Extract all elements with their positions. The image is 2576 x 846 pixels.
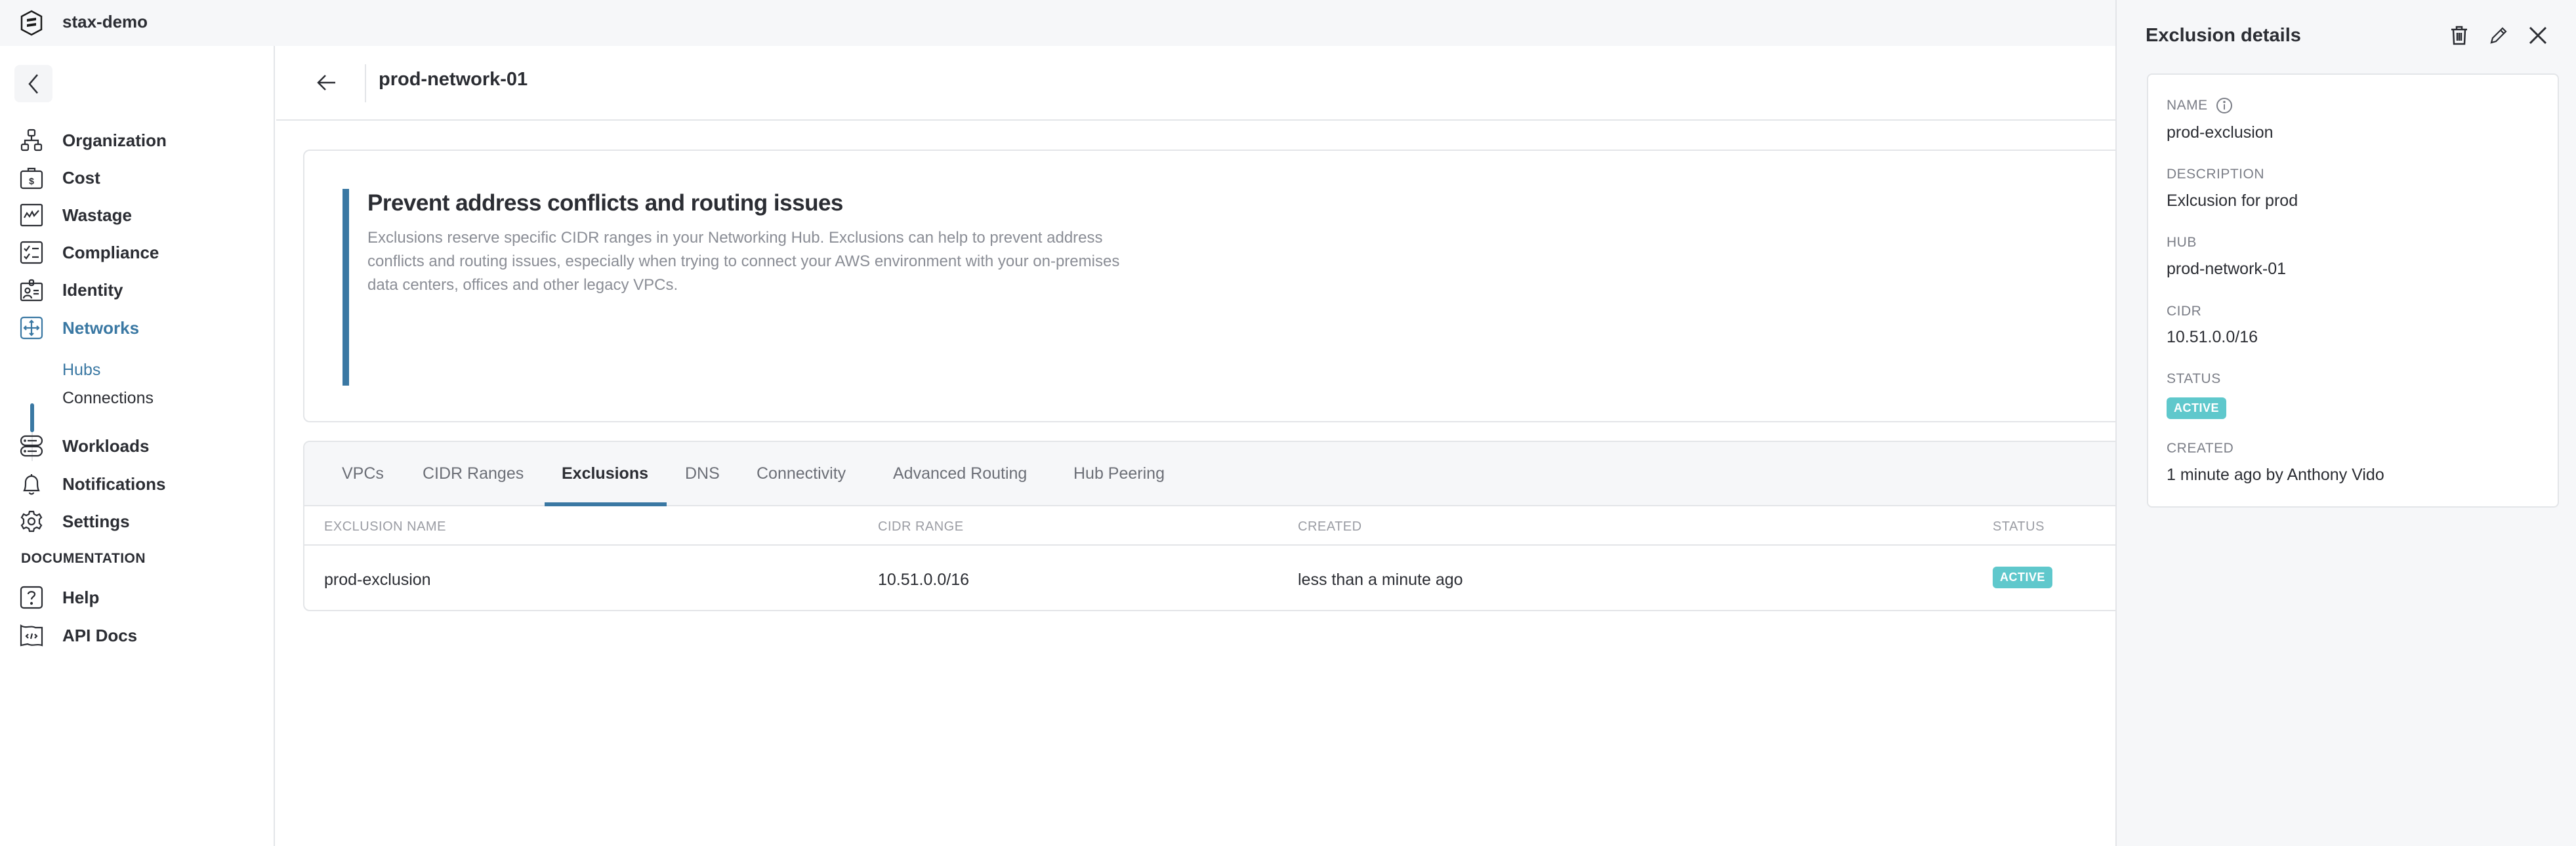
collapse-sidebar-button[interactable]	[14, 65, 52, 102]
description-field-value: Exlcusion for prod	[2167, 191, 2298, 210]
cell-created: less than a minute ago	[1298, 571, 1463, 589]
status-field-label: STATUS	[2167, 371, 2221, 386]
column-header-exclusion-name[interactable]: EXCLUSION NAME	[324, 519, 446, 534]
cell-exclusion-name: prod-exclusion	[324, 571, 431, 589]
created-field-value: 1 minute ago by Anthony Vido	[2167, 466, 2384, 484]
info-callout: Prevent address conflicts and routing is…	[303, 150, 2140, 422]
delete-button[interactable]	[2447, 24, 2471, 47]
organization-icon	[20, 129, 43, 152]
sidebar-item-settings[interactable]: Settings	[20, 505, 130, 538]
tab-advanced-routing[interactable]: Advanced Routing	[893, 464, 1027, 483]
page-header: prod-network-01	[276, 46, 2115, 121]
page-title: prod-network-01	[379, 69, 528, 90]
hub-field-value: prod-network-01	[2167, 260, 2287, 278]
top-bar: stax-demo	[0, 0, 2115, 46]
tab-exclusions[interactable]: Exclusions	[562, 464, 648, 483]
header-divider	[365, 64, 366, 102]
sidebar-item-identity[interactable]: Identity	[20, 273, 123, 306]
wastage-icon	[20, 203, 43, 227]
column-header-created[interactable]: CREATED	[1298, 519, 1362, 534]
tab-dns[interactable]: DNS	[685, 464, 720, 483]
tab-bar: VPCs CIDR Ranges Exclusions DNS Connecti…	[304, 442, 2139, 506]
column-header-cidr-range[interactable]: CIDR RANGE	[878, 519, 964, 534]
cidr-field-value: 10.51.0.0/16	[2167, 328, 2258, 346]
tab-hub-peering[interactable]: Hub Peering	[1073, 464, 1165, 483]
info-icon[interactable]	[2216, 97, 2233, 114]
created-field-label: CREATED	[2167, 441, 2234, 456]
details-card: NAME prod-exclusion DESCRIPTION Exlcusio…	[2147, 73, 2559, 508]
description-field-label: DESCRIPTION	[2167, 167, 2265, 182]
chevron-left-icon	[28, 73, 38, 94]
sidebar: Organization $ Cost Wastage Compliance I…	[0, 46, 275, 846]
callout-accent-bar	[343, 189, 349, 386]
sidebar-item-organization[interactable]: Organization	[20, 124, 167, 157]
close-button[interactable]	[2526, 24, 2550, 47]
cell-status: ACTIVE	[1993, 567, 2053, 588]
bell-icon	[20, 472, 43, 496]
arrow-left-icon	[317, 75, 335, 91]
callout-title: Prevent address conflicts and routing is…	[367, 190, 843, 216]
exclusion-details-panel: Exclusion details NAME prod-exclusion DE…	[2115, 0, 2576, 846]
active-tab-indicator	[545, 502, 667, 506]
sidebar-item-networks[interactable]: Networks	[20, 312, 139, 344]
trash-icon	[2451, 26, 2467, 45]
tab-connectivity[interactable]: Connectivity	[757, 464, 846, 483]
tab-cidr-ranges[interactable]: CIDR Ranges	[423, 464, 524, 483]
name-field-label: NAME	[2167, 97, 2233, 114]
documentation-section-label: DOCUMENTATION	[21, 551, 146, 566]
status-badge: ACTIVE	[1993, 567, 2053, 588]
sidebar-item-api-docs[interactable]: API Docs	[20, 619, 137, 652]
sidebar-subitem-hubs[interactable]: Hubs	[62, 361, 100, 380]
panel-title: Exclusion details	[2146, 25, 2301, 46]
cell-cidr-range: 10.51.0.0/16	[878, 571, 970, 589]
help-icon	[20, 586, 43, 609]
sidebar-item-notifications[interactable]: Notifications	[20, 468, 165, 500]
cost-icon: $	[20, 166, 43, 190]
status-badge: ACTIVE	[2167, 397, 2227, 419]
compliance-icon	[20, 241, 43, 264]
back-button[interactable]	[312, 68, 341, 97]
api-docs-icon	[20, 624, 43, 647]
identity-icon	[20, 278, 43, 302]
name-label-text: NAME	[2167, 98, 2208, 113]
panel-actions	[2447, 24, 2550, 47]
table-row[interactable]	[304, 546, 2139, 610]
stax-logo-icon	[20, 10, 43, 36]
pencil-icon	[2490, 27, 2507, 44]
sidebar-item-wastage[interactable]: Wastage	[20, 199, 132, 232]
gear-icon	[20, 510, 43, 533]
hub-field-label: HUB	[2167, 235, 2197, 250]
exclusions-card: VPCs CIDR Ranges Exclusions DNS Connecti…	[303, 441, 2140, 611]
edit-button[interactable]	[2487, 24, 2510, 47]
tab-vpcs[interactable]: VPCs	[342, 464, 384, 483]
sidebar-item-help[interactable]: Help	[20, 581, 99, 614]
callout-text: Exclusions reserve specific CIDR ranges …	[367, 229, 1120, 294]
workloads-icon	[20, 434, 43, 458]
svg-text:$: $	[29, 176, 34, 186]
status-field-value: ACTIVE	[2167, 397, 2227, 419]
subnav-active-indicator	[30, 403, 34, 432]
name-field-value: prod-exclusion	[2167, 123, 2274, 142]
sidebar-item-cost[interactable]: $ Cost	[20, 161, 100, 194]
column-header-status[interactable]: STATUS	[1993, 519, 2045, 534]
networks-icon	[20, 316, 43, 340]
cidr-field-label: CIDR	[2167, 304, 2202, 319]
org-name: stax-demo	[62, 12, 148, 31]
sidebar-item-workloads[interactable]: Workloads	[20, 430, 149, 462]
close-icon	[2529, 26, 2547, 45]
sidebar-item-compliance[interactable]: Compliance	[20, 236, 159, 269]
sidebar-subitem-connections[interactable]: Connections	[62, 389, 154, 408]
